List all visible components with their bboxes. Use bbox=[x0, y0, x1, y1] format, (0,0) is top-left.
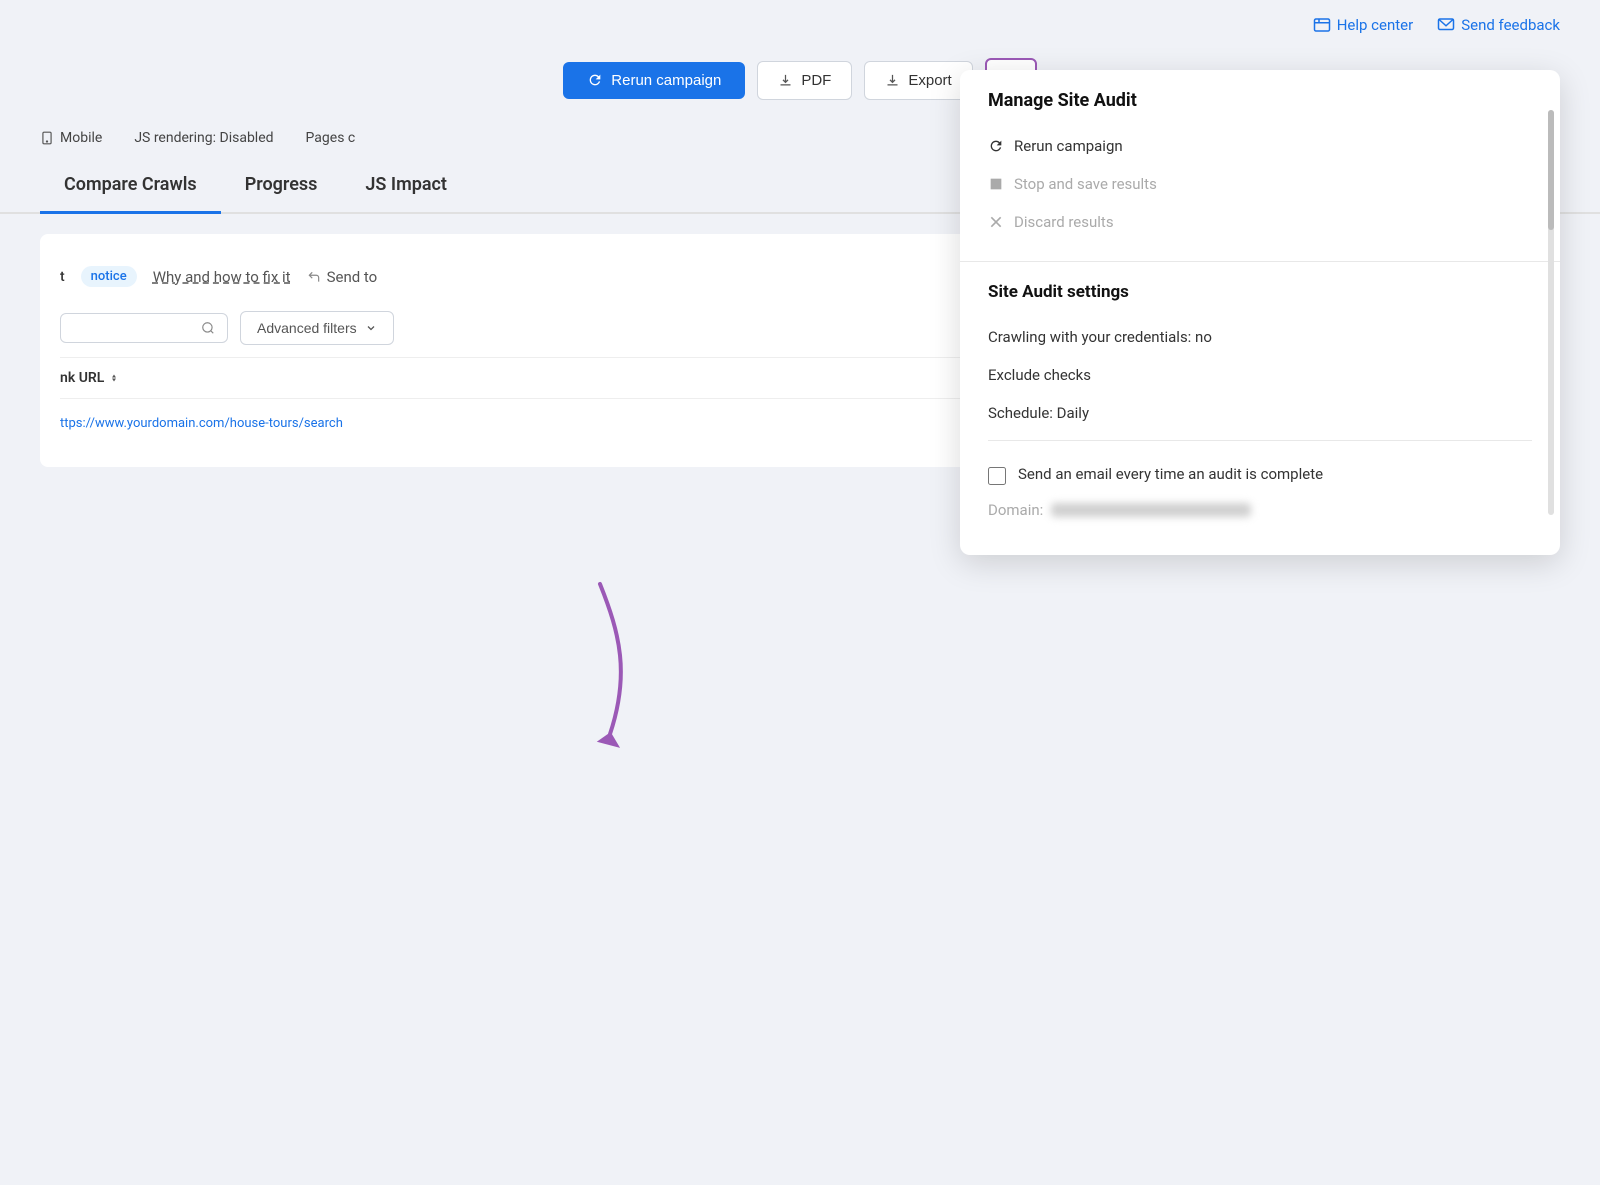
advanced-filters-button[interactable]: Advanced filters bbox=[240, 311, 394, 345]
menu-item-discard: Discard results bbox=[988, 203, 1532, 241]
help-center-label: Help center bbox=[1337, 16, 1413, 34]
pages-label: Pages c bbox=[306, 130, 356, 146]
device-info: Mobile bbox=[40, 130, 102, 146]
settings-section-title: Site Audit settings bbox=[988, 282, 1532, 302]
dropdown-menu: Manage Site Audit Rerun campaign Stop an… bbox=[960, 70, 1560, 555]
rerun-menu-icon bbox=[988, 138, 1004, 154]
pdf-label: PDF bbox=[801, 72, 831, 89]
domain-row: Domain: bbox=[988, 493, 1532, 535]
send-feedback-link[interactable]: Send feedback bbox=[1437, 16, 1560, 34]
domain-value bbox=[1051, 503, 1251, 517]
tab-progress[interactable]: Progress bbox=[221, 158, 342, 214]
js-rendering-info: JS rendering: Disabled bbox=[134, 130, 273, 146]
mobile-icon bbox=[40, 131, 54, 145]
send-to[interactable]: Send to bbox=[307, 268, 378, 286]
export-button[interactable]: Export bbox=[864, 61, 972, 100]
top-bar: Help center Send feedback bbox=[0, 0, 1600, 50]
manage-section: Manage Site Audit Rerun campaign Stop an… bbox=[960, 70, 1560, 261]
settings-credentials[interactable]: Crawling with your credentials: no bbox=[988, 318, 1532, 356]
device-label: Mobile bbox=[60, 130, 102, 146]
js-rendering-label: JS rendering: Disabled bbox=[134, 130, 273, 146]
export-label: Export bbox=[908, 72, 951, 89]
send-icon bbox=[307, 270, 321, 284]
search-box[interactable] bbox=[60, 313, 228, 343]
pages-info: Pages c bbox=[306, 130, 356, 146]
email-checkbox-label: Send an email every time an audit is com… bbox=[1018, 465, 1323, 483]
send-feedback-icon bbox=[1437, 16, 1455, 34]
tab-js-impact[interactable]: JS Impact bbox=[341, 158, 471, 214]
inner-divider bbox=[988, 440, 1532, 441]
menu-item-rerun-label: Rerun campaign bbox=[1014, 137, 1123, 155]
menu-item-discard-label: Discard results bbox=[1014, 213, 1114, 231]
send-to-label: Send to bbox=[327, 268, 378, 286]
settings-exclude-checks[interactable]: Exclude checks bbox=[988, 356, 1532, 394]
advanced-filters-label: Advanced filters bbox=[257, 320, 357, 336]
settings-section: Site Audit settings Crawling with your c… bbox=[960, 262, 1560, 555]
email-checkbox[interactable] bbox=[988, 467, 1006, 485]
settings-schedule[interactable]: Schedule: Daily bbox=[988, 394, 1532, 432]
send-feedback-label: Send feedback bbox=[1461, 16, 1560, 34]
rerun-icon bbox=[587, 72, 603, 88]
email-checkbox-row: Send an email every time an audit is com… bbox=[988, 449, 1532, 493]
chevron-down-icon bbox=[365, 322, 377, 334]
x-icon bbox=[988, 214, 1004, 230]
pdf-icon bbox=[778, 73, 793, 88]
menu-item-stop-label: Stop and save results bbox=[1014, 175, 1157, 193]
scrollbar[interactable] bbox=[1548, 110, 1554, 515]
search-icon bbox=[201, 321, 215, 335]
help-center-icon bbox=[1313, 16, 1331, 34]
rerun-campaign-label: Rerun campaign bbox=[611, 72, 721, 89]
menu-item-stop: Stop and save results bbox=[988, 165, 1532, 203]
notice-badge: notice bbox=[81, 266, 137, 287]
help-center-link[interactable]: Help center bbox=[1313, 16, 1413, 34]
pdf-button[interactable]: PDF bbox=[757, 61, 852, 100]
tab-compare-crawls[interactable]: Compare Crawls bbox=[40, 158, 221, 214]
export-icon bbox=[885, 73, 900, 88]
search-input[interactable] bbox=[73, 320, 193, 336]
fix-link[interactable]: Why and how to fix it bbox=[153, 268, 291, 286]
menu-item-rerun[interactable]: Rerun campaign bbox=[988, 127, 1532, 165]
sort-icon[interactable] bbox=[108, 372, 120, 384]
scrollbar-thumb[interactable] bbox=[1548, 110, 1554, 230]
rerun-campaign-button[interactable]: Rerun campaign bbox=[563, 62, 745, 99]
domain-label: Domain: bbox=[988, 501, 1043, 519]
arrow-annotation bbox=[520, 574, 680, 774]
manage-section-title: Manage Site Audit bbox=[988, 90, 1532, 111]
stop-icon bbox=[988, 176, 1004, 192]
